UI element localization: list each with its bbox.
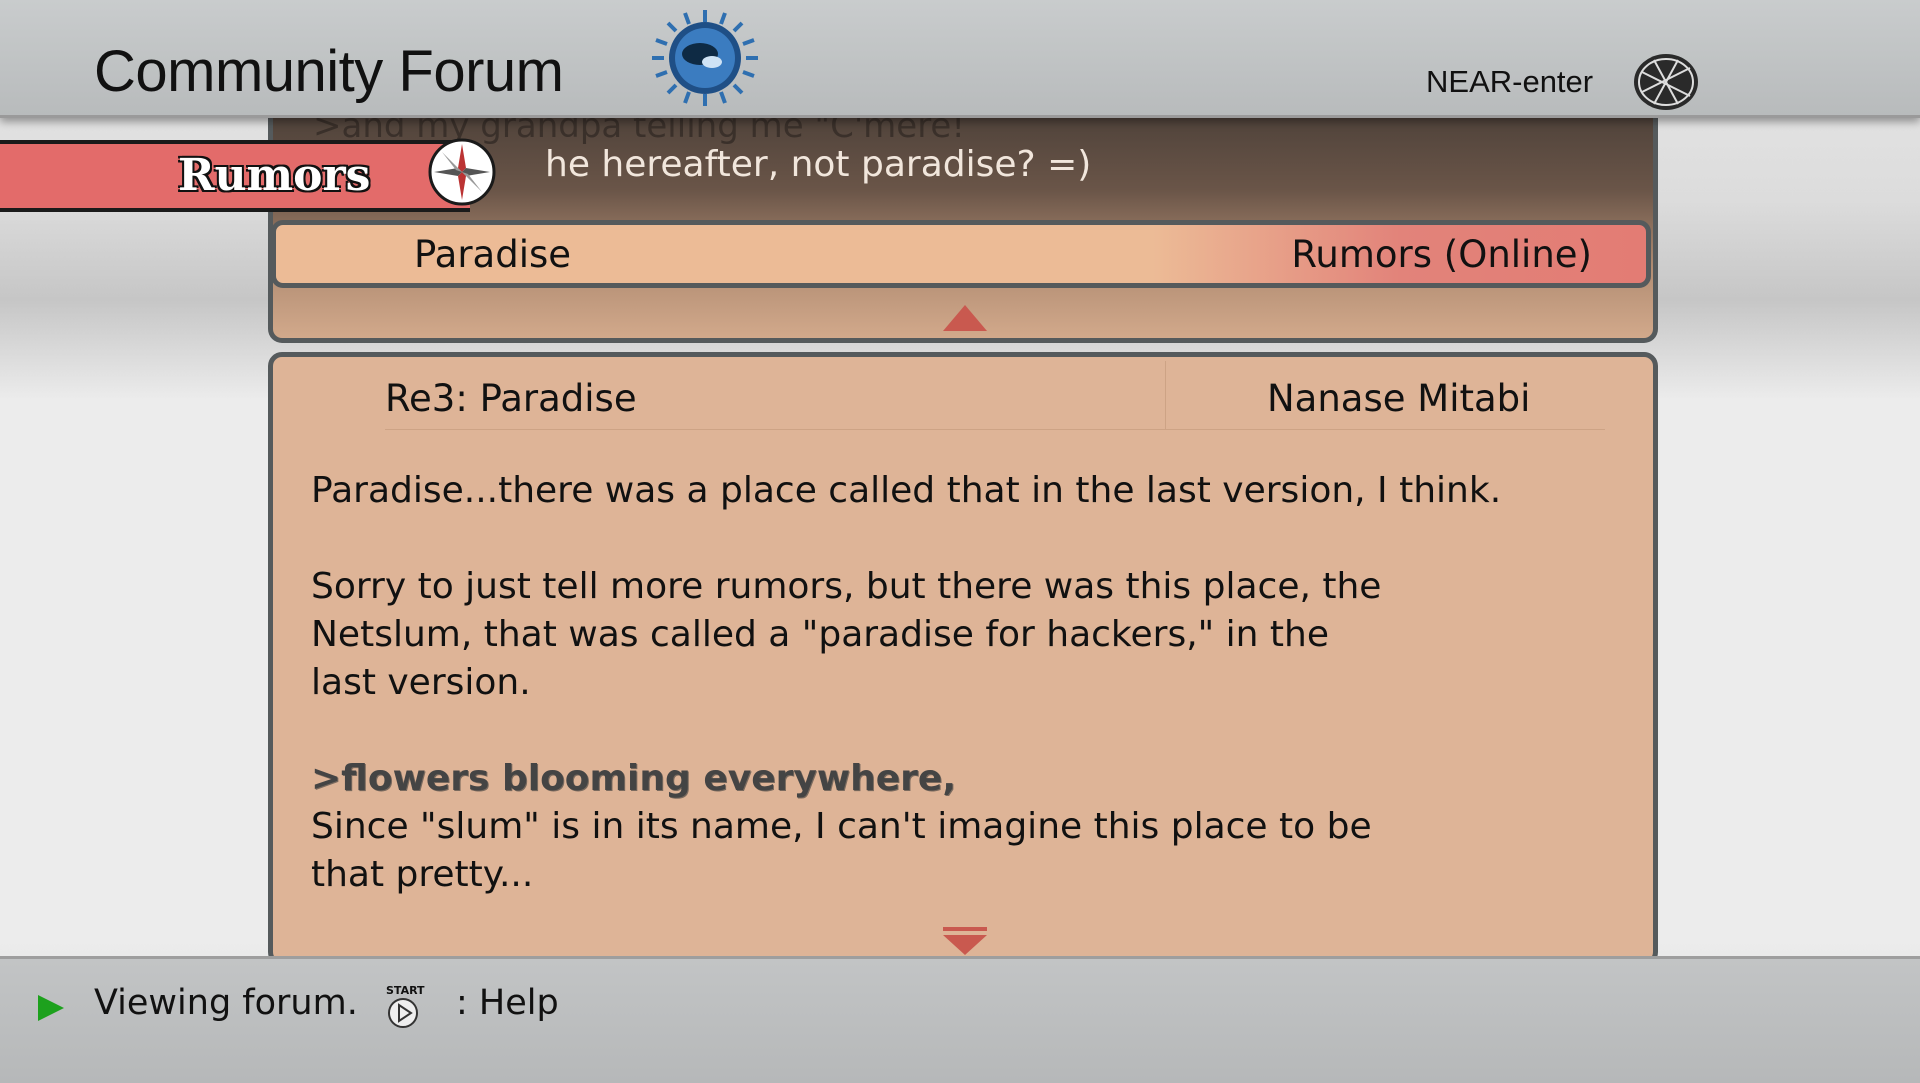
post-paragraph: Paradise...there was a place called that…: [311, 470, 1502, 511]
play-icon: [38, 995, 64, 1021]
post-quote: >flowers blooming everywhere,: [311, 758, 956, 799]
post-header: Re3: Paradise Nanase Mitabi: [385, 361, 1605, 430]
post-panel: Re3: Paradise Nanase Mitabi Paradise...t…: [268, 352, 1658, 966]
start-button-icon: START: [386, 984, 425, 1028]
previous-post-panel[interactable]: >and my grandpa telling me "C'mere! he h…: [268, 100, 1658, 343]
previous-post-header[interactable]: Paradise Rumors (Online): [273, 220, 1651, 288]
header-bar: Community Forum NEAR-enter: [0, 0, 1920, 118]
post-subject: Re3: Paradise: [385, 377, 637, 420]
page-title: Community Forum: [94, 39, 564, 104]
globe-logo-icon: [652, 10, 758, 106]
compass-icon: [428, 138, 496, 206]
post-quote-block: >flowers blooming everywhere, Since "slu…: [311, 755, 1431, 899]
start-button-label: START: [386, 984, 425, 997]
post-paragraph: Sorry to just tell more rumors, but ther…: [311, 566, 1382, 703]
status-text: Viewing forum.: [94, 983, 358, 1023]
post-paragraph: Since "slum" is in its name, I can't ima…: [311, 806, 1372, 895]
category-tab-label: Rumors: [178, 150, 371, 201]
header-divider: [1165, 361, 1166, 429]
net-globe-icon: [1634, 54, 1698, 110]
previous-post-subject: Paradise: [414, 233, 572, 276]
previous-post-text: he hereafter, not paradise? =): [545, 144, 1092, 185]
post-body: Paradise...there was a place called that…: [311, 467, 1611, 947]
help-hint: : Help: [456, 983, 559, 1023]
footer-bar: Viewing forum. START : Help: [0, 956, 1920, 1083]
post-author: Nanase Mitabi: [1267, 377, 1531, 420]
user-name: NEAR-enter: [1426, 64, 1594, 99]
up-arrow-icon[interactable]: [943, 305, 987, 331]
previous-post-board: Rumors (Online): [1291, 233, 1592, 276]
category-tab[interactable]: Rumors: [0, 140, 470, 212]
down-arrow-icon[interactable]: [943, 927, 987, 955]
